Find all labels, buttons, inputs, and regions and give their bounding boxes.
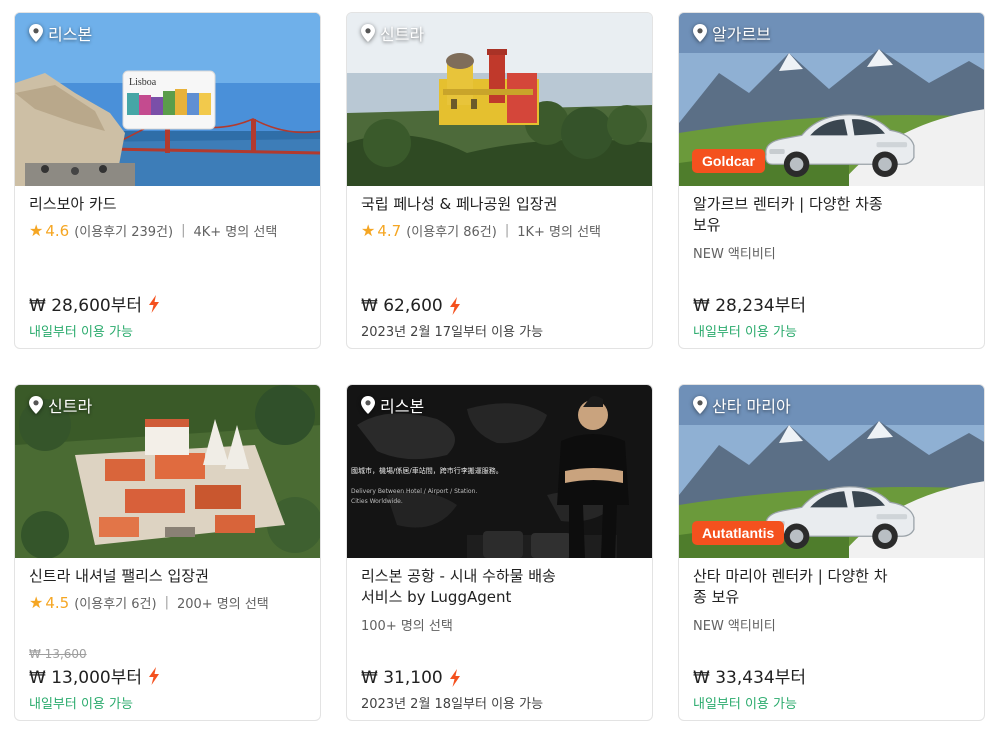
product-card[interactable]: 신트라 국립 페나성 & 페나공원 입장권 ★ 4.7 (이용후기 86건) |… (346, 12, 653, 349)
luggage-delivery-photo: 國城市，機場/係居/車站間，跨市行李搬運服務。 Delivery Between… (347, 385, 652, 558)
location-label: 신트라 (361, 21, 424, 45)
review-count: (이용후기 86건) (406, 225, 497, 240)
svg-text:Lisboa: Lisboa (129, 77, 157, 88)
map-pin-icon (361, 396, 375, 414)
rental-car-photo: 산타 마리아 Autatlantis (679, 385, 984, 558)
card-title[interactable]: 국립 페나성 & 페나공원 입장권 (361, 194, 638, 215)
photo-caption-3: Cities Worldwide. (351, 498, 403, 505)
rating-value: 4.7 (377, 221, 402, 240)
star-icon: ★ (29, 593, 44, 612)
selection-count: 200+ 명의 선택 (176, 597, 269, 612)
meta-separator: | (164, 595, 169, 610)
lisboa-card-photo: Lisboa 리스본 (15, 13, 320, 186)
location-label: 리스본 (29, 21, 92, 45)
rating-value: 4.5 (45, 593, 70, 612)
card-meta: 100+ 명의 선택 (361, 615, 638, 634)
lightning-icon (449, 297, 461, 315)
sintra-palace-photo: 신트라 (15, 385, 320, 558)
lightning-icon (449, 669, 461, 687)
map-pin-icon (693, 24, 707, 42)
price: ₩ 28,234부터 (693, 296, 806, 316)
card-meta: ★ 4.6 (이용후기 239건) | 4K+ 명의 선택 (29, 221, 306, 240)
star-icon: ★ (29, 221, 44, 240)
product-card[interactable]: 알가르브 Goldcar 알가르브 렌터카 | 다양한 차종 보유 NEW 액티… (678, 12, 985, 349)
map-pin-icon (29, 24, 43, 42)
card-meta: ★ 4.7 (이용후기 86건) | 1K+ 명의 선택 (361, 221, 638, 240)
product-card[interactable]: Lisboa 리스본 리스보아 카드 ★ 4.6 (이용후기 239건) | 4… (14, 12, 321, 349)
availability-text: 내일부터 이용 가능 (693, 325, 797, 340)
availability-text: 2023년 2월 18일부터 이용 가능 (361, 697, 544, 712)
lightning-icon (148, 295, 160, 313)
selection-count: 100+ 명의 선택 (361, 619, 453, 634)
selection-count: 1K+ 명의 선택 (517, 225, 602, 240)
new-activity-tag: NEW 액티비티 (693, 247, 776, 262)
map-pin-icon (29, 396, 43, 414)
meta-separator: | (504, 223, 510, 238)
pena-palace-photo: 신트라 (347, 13, 652, 186)
location-label: 알가르브 (693, 21, 771, 45)
price: ₩ 62,600 (361, 296, 638, 316)
card-meta: ★ 4.5 (이용후기 6건) | 200+ 명의 선택 (29, 593, 306, 612)
availability-text: 내일부터 이용 가능 (29, 697, 133, 712)
selection-count: 4K+ 명의 선택 (193, 225, 278, 240)
photo-caption-1: 國城市，機場/係居/車站間，跨市行李搬運服務。 (351, 466, 503, 475)
new-activity-tag: NEW 액티비티 (693, 619, 776, 634)
price: ₩ 33,434부터 (693, 668, 806, 688)
price: ₩ 31,100 (361, 668, 638, 688)
availability-text: 2023년 2월 17일부터 이용 가능 (361, 325, 544, 340)
rental-car-photo: 알가르브 Goldcar (679, 13, 984, 186)
availability-text: 내일부터 이용 가능 (693, 697, 797, 712)
lightning-icon (148, 667, 160, 685)
partner-badge: Autatlantis (692, 521, 785, 545)
partner-badge: Goldcar (692, 149, 765, 173)
location-label: 리스본 (361, 393, 424, 417)
photo-caption-2: Delivery Between Hotel / Airport / Stati… (351, 488, 477, 495)
card-title[interactable]: 리스본 공항 - 시내 수하물 배송 서비스 by LuggAgent (361, 566, 638, 608)
product-card[interactable]: 산타 마리아 Autatlantis 산타 마리아 렌터카 | 다양한 차 종 … (678, 384, 985, 721)
review-count: (이용후기 6건) (74, 597, 157, 612)
card-meta: NEW 액티비티 (693, 615, 970, 634)
availability-text: 내일부터 이용 가능 (29, 325, 133, 340)
price: ₩ 13,000부터 (29, 663, 306, 688)
location-label: 산타 마리아 (693, 393, 791, 417)
original-price: ₩ 13,600 (29, 647, 87, 661)
star-icon: ★ (361, 221, 376, 240)
map-pin-icon (361, 24, 375, 42)
location-label: 신트라 (29, 393, 92, 417)
card-title[interactable]: 신트라 내셔널 팰리스 입장권 (29, 566, 306, 587)
card-title[interactable]: 알가르브 렌터카 | 다양한 차종 보유 (693, 194, 970, 236)
card-title[interactable]: 산타 마리아 렌터카 | 다양한 차 종 보유 (693, 566, 970, 608)
review-count: (이용후기 239건) (74, 225, 174, 240)
map-pin-icon (693, 396, 707, 414)
card-meta: NEW 액티비티 (693, 243, 970, 262)
rating-value: 4.6 (45, 221, 70, 240)
meta-separator: | (181, 223, 186, 238)
price: ₩ 28,600부터 (29, 291, 306, 316)
product-card[interactable]: 國城市，機場/係居/車站間，跨市行李搬運服務。 Delivery Between… (346, 384, 653, 721)
card-title[interactable]: 리스보아 카드 (29, 194, 306, 215)
product-card[interactable]: 신트라 신트라 내셔널 팰리스 입장권 ★ 4.5 (이용후기 6건) | 20… (14, 384, 321, 721)
